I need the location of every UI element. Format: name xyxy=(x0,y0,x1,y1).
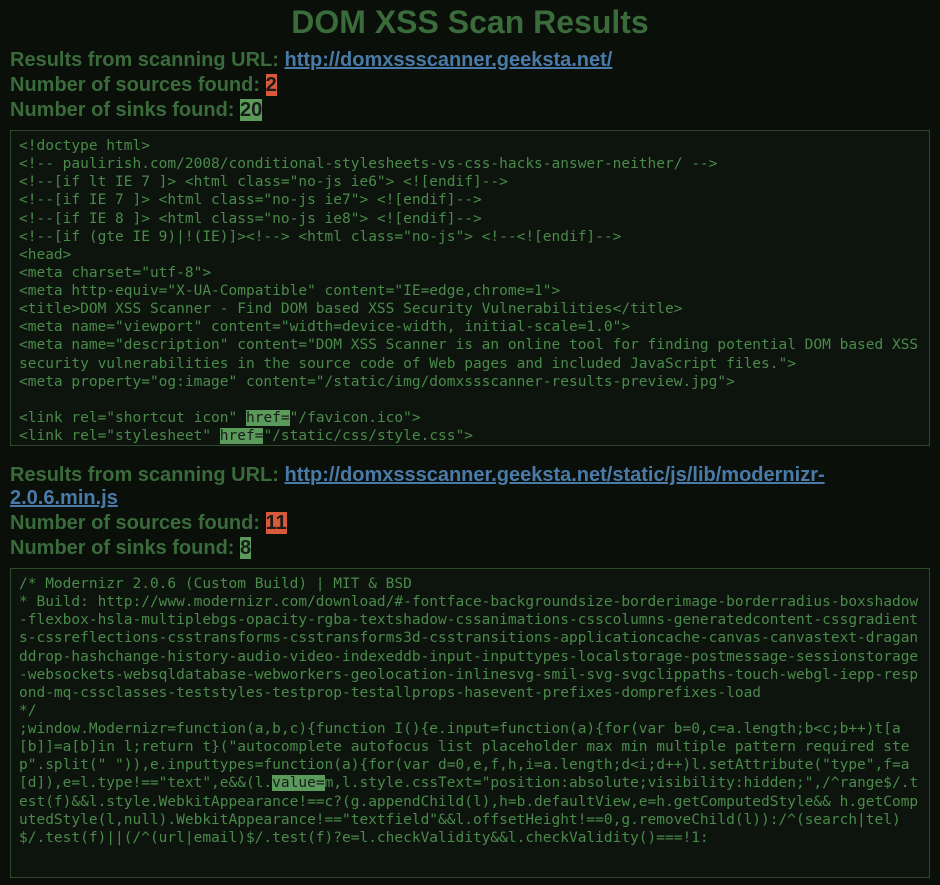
scan-url-label: Results from scanning URL: xyxy=(10,464,284,486)
sources-label: Number of sources found: xyxy=(10,74,266,96)
sinks-label: Number of sinks found: xyxy=(10,99,240,121)
sources-line: Number of sources found: 11 xyxy=(10,512,930,535)
code-text: "/static/css/style.css"> xyxy=(263,428,473,444)
sinks-line: Number of sinks found: 8 xyxy=(10,537,930,560)
sinks-count: 8 xyxy=(240,537,251,559)
page-title: DOM XSS Scan Results xyxy=(10,4,930,41)
highlighted-sink: href= xyxy=(246,410,290,426)
highlighted-sink: value= xyxy=(272,775,324,791)
sources-count: 2 xyxy=(266,74,277,96)
sources-line: Number of sources found: 2 xyxy=(10,74,930,97)
sinks-label: Number of sinks found: xyxy=(10,537,240,559)
scan-url-line: Results from scanning URL: http://domxss… xyxy=(10,464,930,510)
code-block: /* Modernizr 2.0.6 (Custom Build) | MIT … xyxy=(10,568,930,878)
sources-count: 11 xyxy=(266,512,287,534)
highlighted-sink: href= xyxy=(220,428,264,444)
code-block: <!doctype html> <!-- paulirish.com/2008/… xyxy=(10,130,930,446)
scan-url-label: Results from scanning URL: xyxy=(10,49,284,71)
sources-label: Number of sources found: xyxy=(10,512,266,534)
code-text: <!doctype html> <!-- paulirish.com/2008/… xyxy=(19,138,927,426)
sinks-line: Number of sinks found: 20 xyxy=(10,99,930,122)
code-text: /* Modernizr 2.0.6 (Custom Build) | MIT … xyxy=(19,576,918,791)
scan-url-line: Results from scanning URL: http://domxss… xyxy=(10,49,930,72)
sinks-count: 20 xyxy=(240,99,262,121)
scan-url-link[interactable]: http://domxssscanner.geeksta.net/ xyxy=(284,49,612,71)
